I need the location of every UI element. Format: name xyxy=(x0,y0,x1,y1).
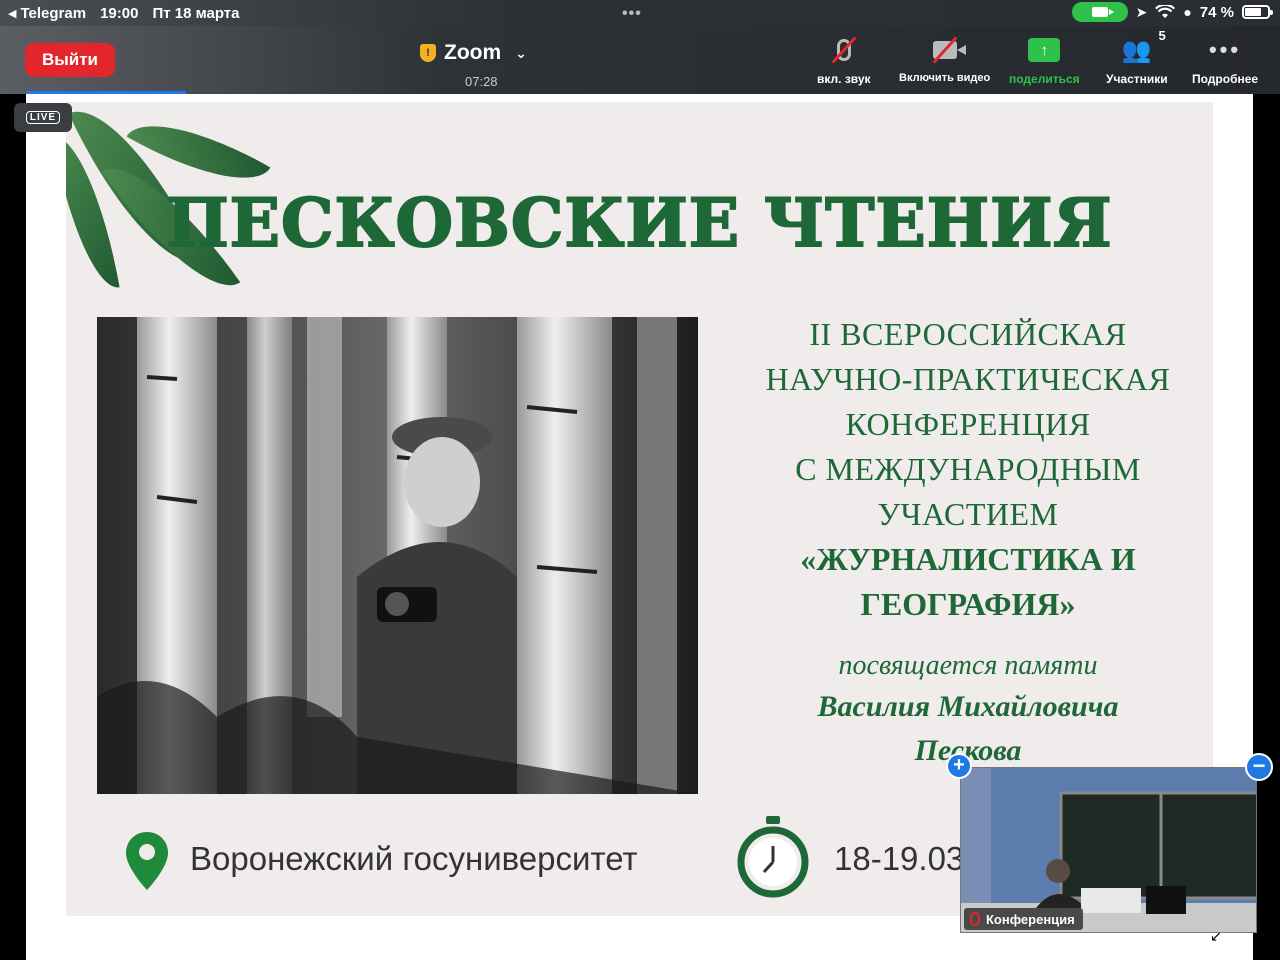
stopwatch-icon xyxy=(737,816,809,898)
live-stream-badge[interactable]: LIVE xyxy=(14,103,72,132)
camera-in-use-indicator-icon xyxy=(1071,2,1128,22)
video-off-icon xyxy=(932,41,966,59)
location-icon: ➤ xyxy=(1135,3,1148,20)
more-button[interactable]: ••• Подробнее xyxy=(1192,34,1258,86)
muted-microphone-icon xyxy=(970,912,980,926)
unmute-label: вкл. звук xyxy=(817,72,871,86)
chevron-down-icon: ⌄ xyxy=(515,44,527,61)
conference-line: УЧАСТИЕМ xyxy=(877,496,1059,532)
self-video-label: Конференция xyxy=(964,908,1083,930)
expand-video-button[interactable]: + xyxy=(946,753,972,779)
conference-description: II ВСЕРОССИЙСКАЯ НАУЧНО-ПРАКТИЧЕСКАЯ КОН… xyxy=(708,312,1213,773)
start-video-button[interactable]: Включить видео xyxy=(899,34,990,84)
leave-meeting-button[interactable]: Выйти xyxy=(25,43,115,77)
conference-line: КОНФЕРЕНЦИЯ xyxy=(845,406,1091,442)
conference-theme: «ЖУРНАЛИСТИКА И xyxy=(800,541,1136,577)
conference-line: НАУЧНО-ПРАКТИЧЕСКАЯ xyxy=(765,361,1171,397)
dedication-text: посвящается памяти xyxy=(838,650,1098,681)
share-arrow-icon: ↑ xyxy=(1028,38,1061,62)
back-to-app-link[interactable]: ◀ Telegram xyxy=(8,5,86,22)
event-dates: 18-19.03 xyxy=(834,840,965,877)
person-icon: ● xyxy=(1183,4,1192,20)
meeting-info-dropdown[interactable]: ! Zoom ⌄ xyxy=(420,41,527,65)
venue-text: Воронежский госуниверситет xyxy=(190,840,638,877)
conference-theme: ГЕОГРАФИЯ» xyxy=(860,586,1076,622)
battery-icon xyxy=(1242,5,1273,19)
status-date: Пт 18 марта xyxy=(152,4,240,22)
zoom-meeting-toolbar: Выйти ! Zoom ⌄ 07:28 вкл. звук Включить … xyxy=(0,26,1280,94)
location-pin-icon xyxy=(126,832,168,890)
start-video-label: Включить видео xyxy=(899,72,991,84)
photographer-photo xyxy=(97,317,698,794)
back-app-name: Telegram xyxy=(20,4,87,22)
honoree-name: Василия Михайловича xyxy=(817,690,1119,723)
more-dots-icon: ••• xyxy=(1208,37,1242,62)
meeting-elapsed-time: 07:28 xyxy=(465,74,498,89)
self-video-name: Конференция xyxy=(986,911,1075,927)
more-label: Подробнее xyxy=(1192,72,1259,86)
share-screen-button[interactable]: ↑ поделиться xyxy=(1009,34,1080,86)
participants-icon: 👥 xyxy=(1121,36,1152,64)
participants-button[interactable]: 👥 5 Участники xyxy=(1106,28,1168,86)
multitasking-dots-icon[interactable]: ••• xyxy=(622,5,642,23)
ios-status-bar: ◀ Telegram 19:00 Пт 18 марта ••• ➤ ● 74 … xyxy=(0,0,1280,26)
participants-label: Участники xyxy=(1106,72,1168,86)
security-shield-icon: ! xyxy=(420,44,436,62)
wifi-icon xyxy=(1155,5,1176,18)
meeting-title: Zoom xyxy=(444,41,502,64)
slide-title: ПЕСКОВСКИЕ ЧТЕНИЯ xyxy=(165,183,1113,263)
live-label: LIVE xyxy=(25,111,61,124)
minimize-video-button[interactable]: − xyxy=(1245,753,1273,781)
conference-line: С МЕЖДУНАРОДНЫМ xyxy=(795,451,1141,487)
participants-count: 5 xyxy=(1158,28,1166,43)
share-label: поделиться xyxy=(1009,72,1080,86)
back-arrow-icon: ◀ xyxy=(8,7,17,20)
status-time: 19:00 xyxy=(100,4,139,22)
muted-microphone-icon xyxy=(836,39,851,61)
unmute-button[interactable]: вкл. звук xyxy=(817,34,871,86)
resize-arrow-icon[interactable]: ↙ xyxy=(1210,928,1222,945)
battery-percent: 74 % xyxy=(1199,3,1234,21)
conference-line: II ВСЕРОССИЙСКАЯ xyxy=(809,316,1127,352)
